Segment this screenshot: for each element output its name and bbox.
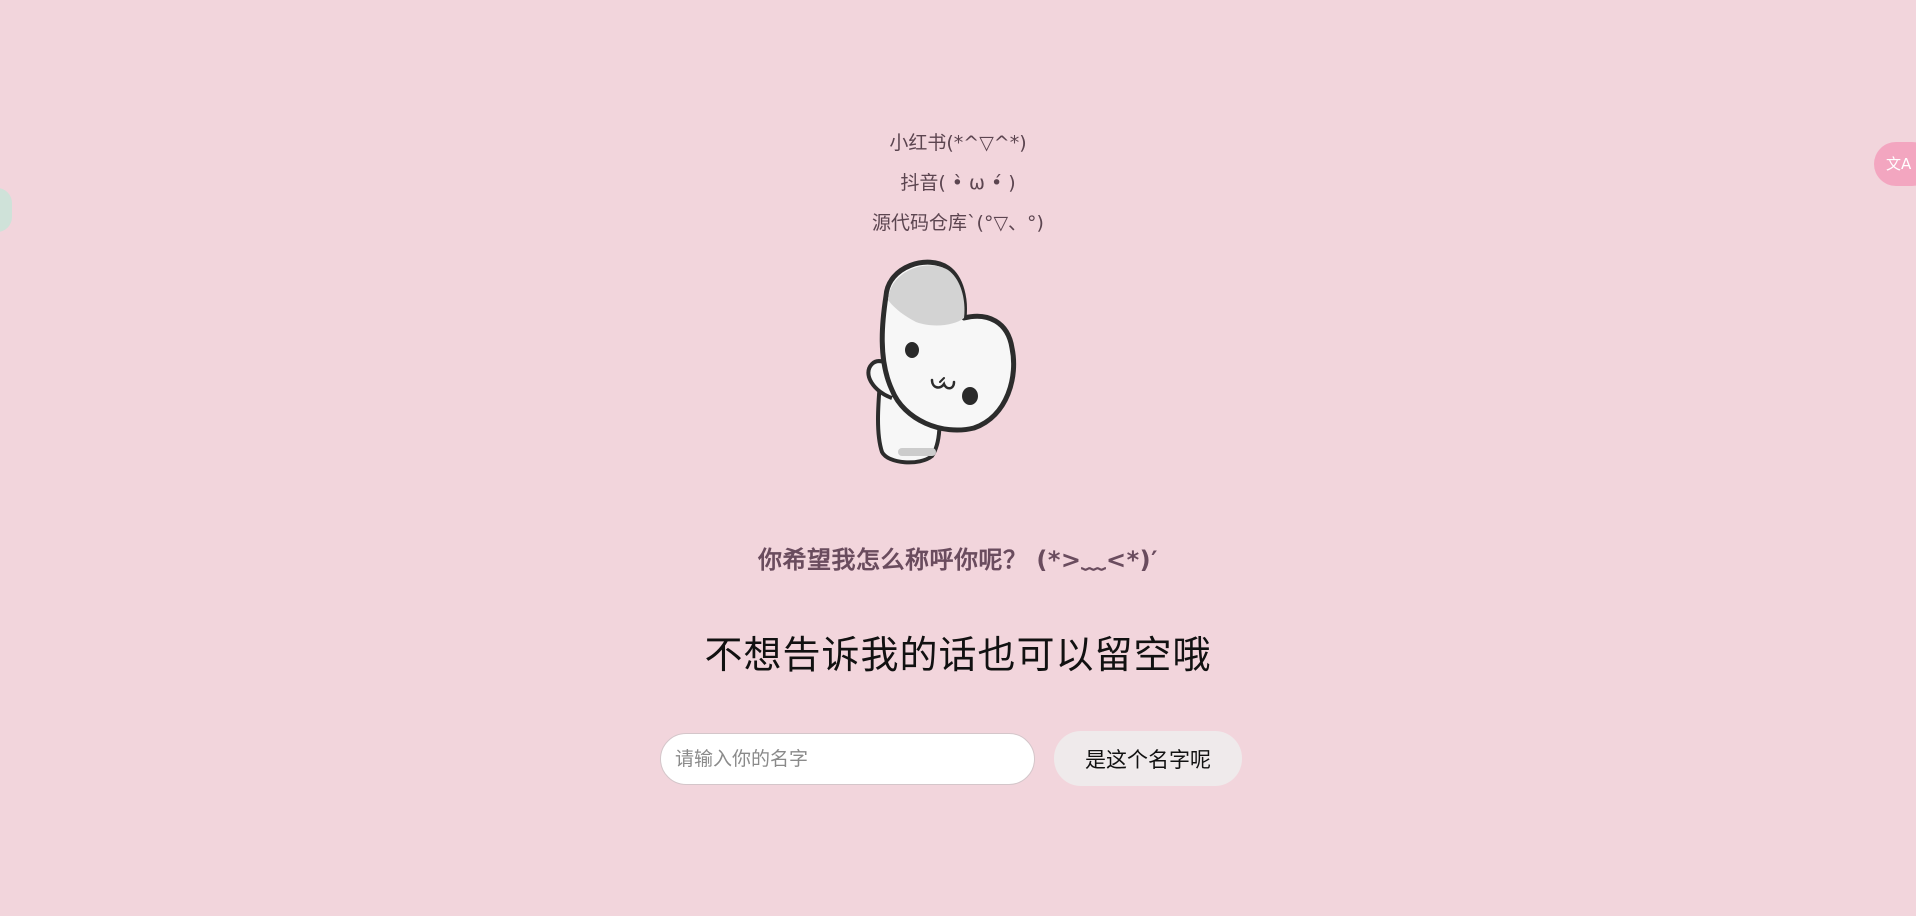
- skip-hint: 不想告诉我的话也可以留空哦: [704, 633, 1212, 677]
- douyin-link[interactable]: 抖音( •̀ ω •́ ): [0, 166, 1916, 206]
- waving-mascot-icon: [866, 259, 1017, 465]
- mascot-illustration: [858, 256, 1058, 470]
- name-input[interactable]: [660, 733, 1035, 785]
- confirm-name-button[interactable]: 是这个名字呢: [1054, 731, 1242, 786]
- source-repo-link[interactable]: 源代码仓库`(°▽、°): [0, 206, 1916, 246]
- translate-tab[interactable]: 文A: [1874, 142, 1916, 186]
- name-question: 你希望我怎么称呼你呢？ (*>﹏<*)′: [758, 546, 1158, 574]
- translate-icon: 文A: [1886, 155, 1912, 173]
- social-links: 小红书(*^▽^*) 抖音( •̀ ω •́ ) 源代码仓库`(°▽、°): [0, 126, 1916, 246]
- xiaohongshu-link[interactable]: 小红书(*^▽^*): [0, 126, 1916, 166]
